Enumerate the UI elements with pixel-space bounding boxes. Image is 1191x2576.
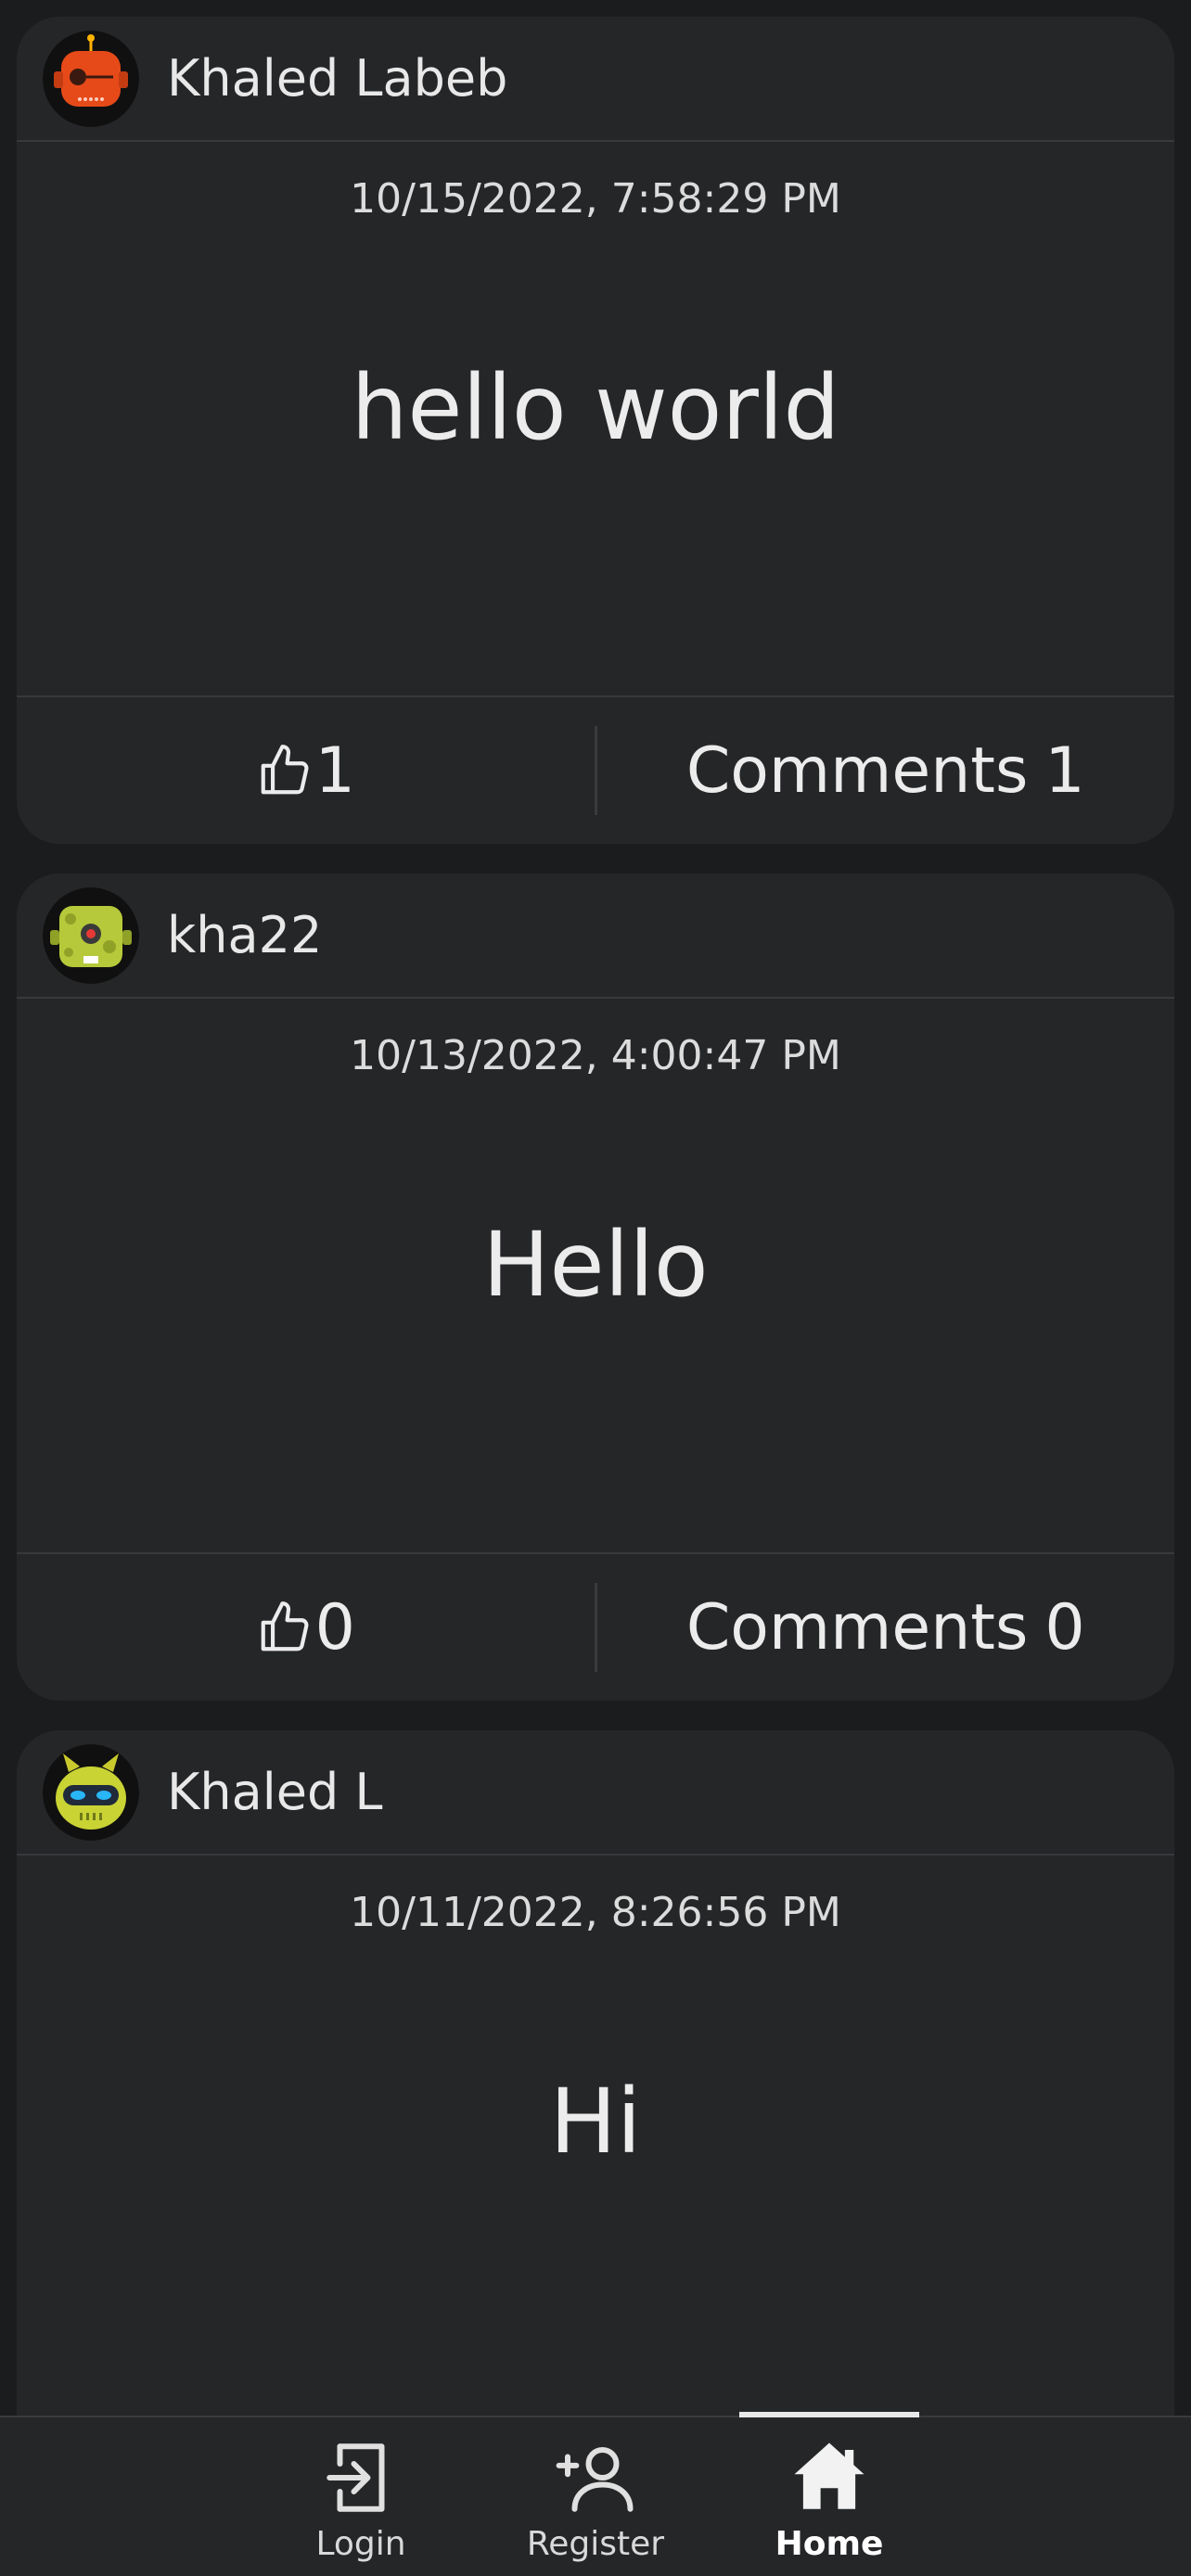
nav-register-label: Register [526, 2525, 665, 2563]
like-button[interactable]: 0 [17, 1554, 595, 1701]
post-header: Khaled Labeb [17, 17, 1174, 142]
post-body: hello world [351, 356, 840, 460]
add-user-icon [556, 2447, 634, 2512]
post-timestamp: 10/15/2022, 7:58:29 PM [350, 175, 841, 223]
home-icon [794, 2442, 864, 2509]
post-actions: 1 Comments 1 [17, 695, 1174, 844]
like-count: 0 [314, 1590, 355, 1664]
post-timestamp: 10/13/2022, 4:00:47 PM [350, 1032, 841, 1079]
bottom-nav: Login Register Home [0, 2412, 1191, 2576]
nav-home[interactable]: Home [736, 2417, 922, 2576]
login-icon [327, 2443, 385, 2512]
post-header: kha22 [17, 874, 1174, 999]
nav-login[interactable]: Login [268, 2417, 454, 2576]
post-author[interactable]: kha22 [167, 906, 322, 964]
post-body: Hi [549, 2070, 642, 2174]
thumbs-up-icon [261, 1601, 309, 1651]
green-cyclops-robot-avatar-icon[interactable] [43, 886, 139, 984]
post-timestamp: 10/11/2022, 8:26:56 PM [350, 1889, 841, 1936]
yellow-horned-robot-avatar-icon[interactable] [43, 1743, 139, 1841]
red-robot-avatar-icon[interactable] [43, 30, 139, 127]
post-card: kha22 10/13/2022, 4:00:47 PM Hello 0 Com… [17, 874, 1174, 1701]
post-author[interactable]: Khaled Labeb [167, 49, 507, 108]
like-count: 1 [314, 733, 355, 808]
post-body: Hello [482, 1213, 709, 1317]
post-actions: 0 Comments 0 [17, 1552, 1174, 1701]
comments-button[interactable]: Comments 0 [597, 1554, 1175, 1701]
post-card: Khaled Labeb 10/15/2022, 7:58:29 PM hell… [17, 17, 1174, 844]
post-header: Khaled L [17, 1730, 1174, 1855]
nav-register[interactable]: Register [503, 2417, 688, 2576]
like-button[interactable]: 1 [17, 697, 595, 844]
comments-button[interactable]: Comments 1 [597, 697, 1175, 844]
comments-label: Comments [685, 733, 1029, 808]
nav-login-label: Login [315, 2525, 406, 2563]
comments-count: 0 [1044, 1590, 1085, 1664]
comments-count: 1 [1044, 733, 1085, 808]
thumbs-up-icon [261, 745, 309, 795]
nav-home-label: Home [775, 2525, 884, 2563]
post-author[interactable]: Khaled L [167, 1763, 382, 1821]
comments-label: Comments [685, 1590, 1029, 1664]
